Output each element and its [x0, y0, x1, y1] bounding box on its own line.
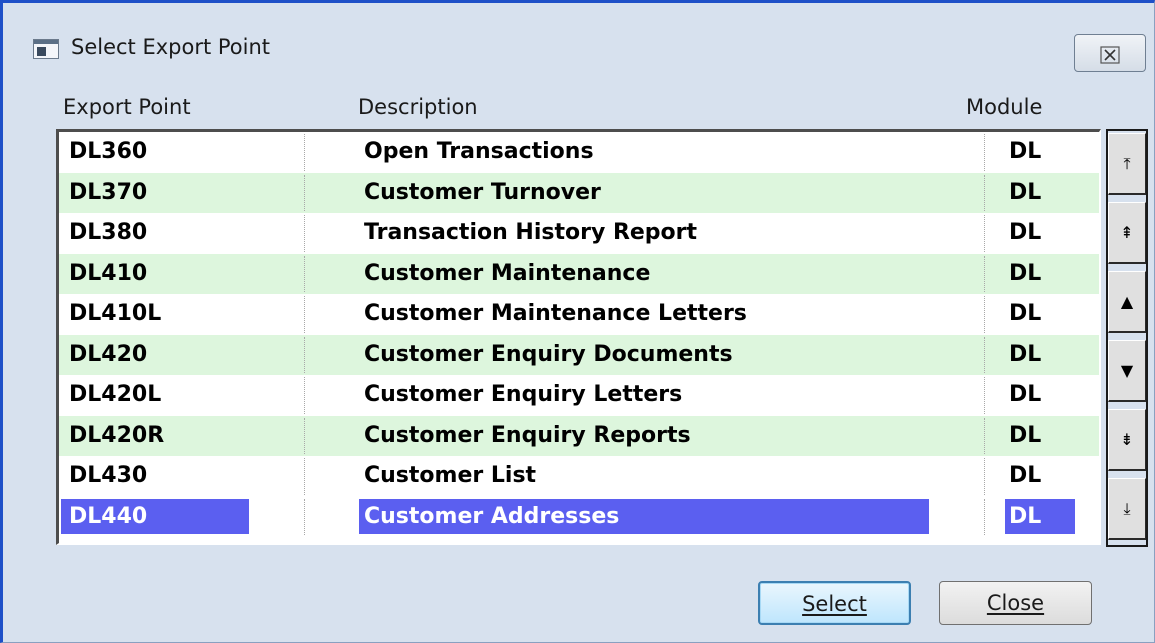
export-point-description: Transaction History Report — [364, 220, 698, 245]
scroll-down-icon[interactable]: ▼ — [1108, 340, 1146, 402]
column-header-description[interactable]: Description — [358, 95, 478, 119]
export-point-module: DL — [1009, 341, 1042, 367]
export-point-module: DL — [1009, 260, 1042, 286]
export-point-module: DL — [1009, 139, 1042, 164]
export-point-module: DL — [1009, 503, 1042, 529]
table-row[interactable]: DL380 Transaction History Report DL — [59, 213, 1099, 254]
window-title: Select Export Point — [71, 35, 271, 59]
table-row[interactable]: DL370 Customer Turnover DL — [59, 172, 1099, 213]
table-row[interactable]: DL420 Customer Enquiry Documents DL — [59, 334, 1099, 375]
export-point-module: DL — [1009, 179, 1042, 205]
select-export-point-dialog: Select Export Point Export Point Descrip… — [0, 0, 1155, 643]
scroll-first-icon[interactable]: ⤒ — [1108, 133, 1146, 195]
export-point-module: DL — [1009, 301, 1042, 326]
export-point-module: DL — [1009, 382, 1042, 407]
table-row[interactable]: DL360 Open Transactions DL — [59, 132, 1099, 173]
export-point-description: Customer Enquiry Letters — [364, 382, 683, 407]
list-scrollbar[interactable]: ⤒ ⇞ ▲ ▼ ⇟ ⤓ — [1106, 129, 1148, 547]
export-point-code: DL370 — [69, 179, 148, 205]
export-point-list[interactable]: DL360 Open Transactions DL DL370 Customer Tu… — [56, 129, 1101, 545]
table-row[interactable]: DL410L Customer Maintenance Letters DL — [59, 294, 1099, 335]
export-point-code: DL360 — [69, 139, 148, 164]
export-point-code: DL430 — [69, 463, 148, 488]
export-point-code: DL420R — [69, 422, 165, 448]
close-button[interactable]: Close — [939, 581, 1092, 625]
table-row[interactable]: DL420R Customer Enquiry Reports DL — [59, 415, 1099, 456]
table-row[interactable]: DL440 Customer Addresses DL — [59, 497, 1099, 538]
table-row[interactable]: DL420L Customer Enquiry Letters DL — [59, 375, 1099, 416]
title-bar: Select Export Point — [3, 3, 1154, 89]
export-point-description: Customer Enquiry Reports — [364, 422, 691, 448]
export-point-code: DL440 — [69, 503, 148, 529]
column-header-module[interactable]: Module — [966, 95, 1042, 119]
scroll-page-down-icon[interactable]: ⇟ — [1108, 409, 1146, 471]
close-window-icon[interactable] — [1074, 34, 1146, 72]
export-point-code: DL380 — [69, 220, 148, 245]
column-header-export-point[interactable]: Export Point — [63, 95, 191, 119]
export-point-code: DL420L — [69, 382, 162, 407]
export-point-description: Customer Enquiry Documents — [364, 341, 733, 367]
export-point-code: DL410L — [69, 301, 162, 326]
export-point-code: DL410 — [69, 260, 148, 286]
export-point-description: Customer Addresses — [364, 503, 620, 529]
export-point-description: Customer Turnover — [364, 179, 601, 205]
window-app-icon — [33, 39, 59, 59]
export-point-code: DL420 — [69, 341, 148, 367]
export-point-description: Customer Maintenance — [364, 260, 651, 286]
export-point-description: Open Transactions — [364, 139, 594, 164]
table-row[interactable]: DL430 Customer List DL — [59, 456, 1099, 497]
export-point-description: Customer List — [364, 463, 537, 488]
export-point-description: Customer Maintenance Letters — [364, 301, 747, 326]
list-column-headers: Export Point Description Module — [3, 89, 1154, 129]
scroll-last-icon[interactable]: ⤓ — [1108, 478, 1146, 540]
scroll-up-icon[interactable]: ▲ — [1108, 271, 1146, 333]
export-point-module: DL — [1009, 422, 1042, 448]
select-button[interactable]: Select — [758, 581, 911, 625]
export-point-module: DL — [1009, 463, 1042, 488]
table-row[interactable]: DL410 Customer Maintenance DL — [59, 253, 1099, 294]
scroll-page-up-icon[interactable]: ⇞ — [1108, 202, 1146, 264]
export-point-module: DL — [1009, 220, 1042, 245]
